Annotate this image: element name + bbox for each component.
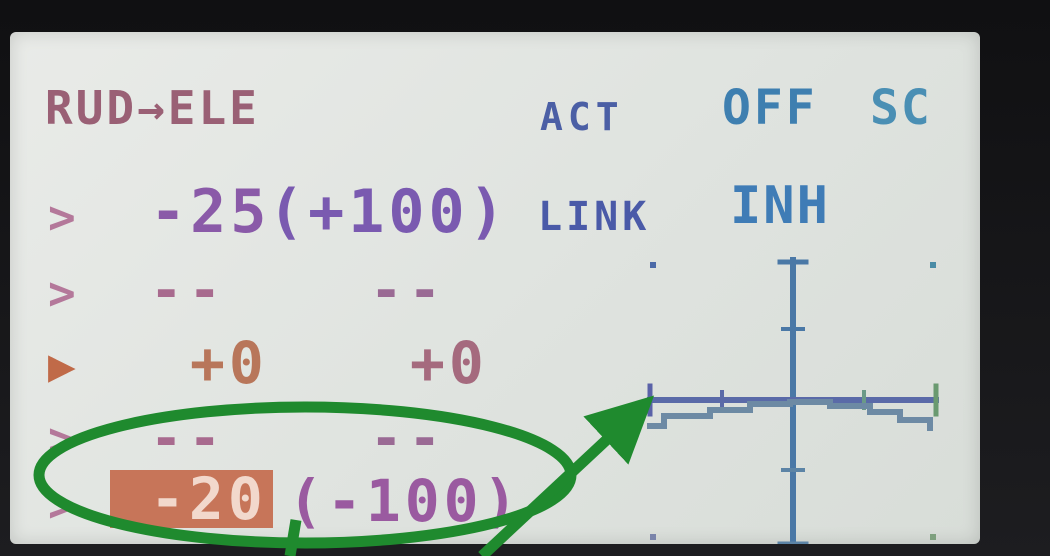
corner-mark bbox=[930, 262, 936, 268]
sc-label: SC bbox=[870, 80, 932, 136]
row-marker: > bbox=[48, 190, 76, 244]
rate-paren[interactable]: +0 bbox=[410, 334, 488, 392]
rate-paren[interactable]: -- bbox=[370, 264, 447, 318]
rate-paren: (+100) bbox=[268, 177, 509, 247]
rate-value-selected[interactable]: -20 bbox=[110, 470, 273, 528]
corner-mark bbox=[650, 534, 656, 540]
mix-title: RUD→ELE bbox=[45, 81, 260, 135]
rate-paren: (-100) bbox=[288, 467, 522, 535]
row-marker-selected: ▶ bbox=[48, 338, 76, 392]
lcd-screen: RUD→ELE ACT OFF SC LINK INH > > ▶ > > -2… bbox=[10, 32, 980, 544]
row-marker: > bbox=[48, 266, 76, 320]
act-label[interactable]: ACT bbox=[540, 98, 624, 136]
rate-value[interactable]: -25 bbox=[150, 182, 270, 242]
link-label[interactable]: LINK bbox=[538, 197, 650, 237]
rate-value[interactable]: -- bbox=[150, 264, 227, 318]
inh-value[interactable]: INH bbox=[730, 180, 830, 232]
rate-paren[interactable]: -- bbox=[370, 412, 447, 466]
rate-value[interactable]: -- bbox=[150, 412, 227, 466]
mix-curve-graph bbox=[647, 257, 939, 544]
rate-value[interactable]: +0 bbox=[190, 334, 268, 392]
row-marker: > bbox=[48, 478, 76, 532]
corner-mark bbox=[650, 262, 656, 268]
mode-value[interactable]: OFF bbox=[722, 84, 818, 132]
row-marker: > bbox=[48, 412, 76, 466]
corner-mark bbox=[930, 534, 936, 540]
